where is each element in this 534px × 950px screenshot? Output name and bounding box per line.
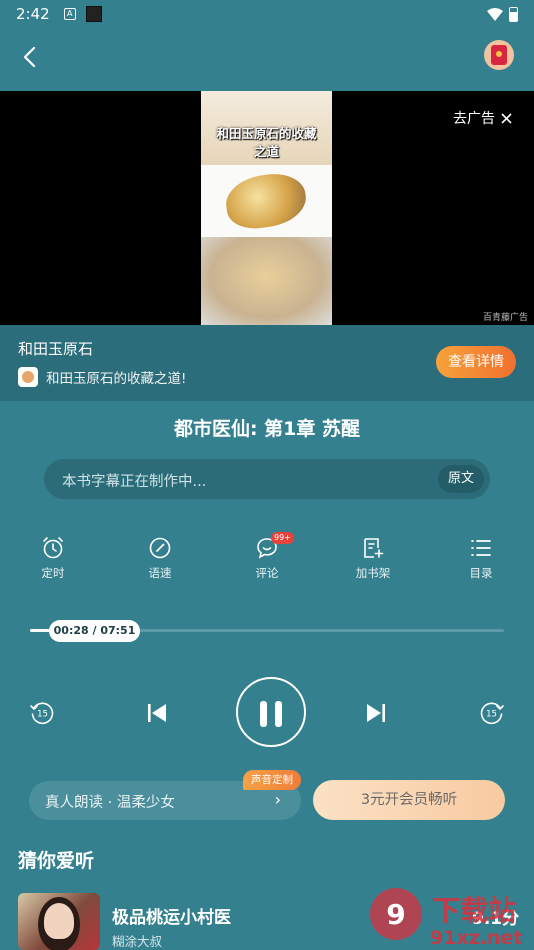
comment-count-badge: 99+	[271, 532, 294, 544]
tool-bookshelf-label: 加书架	[355, 566, 391, 580]
forward-seconds: 15	[486, 710, 497, 720]
jade-stone-image	[222, 169, 310, 233]
tool-catalog[interactable]: 目录	[451, 536, 511, 581]
skip-ad-label: 去广告	[453, 111, 495, 127]
tool-speed[interactable]: 语速	[130, 536, 190, 581]
ad-title: 和田玉原石	[18, 340, 94, 358]
wifi-icon	[487, 7, 503, 21]
book-title: 极品桃运小村医	[112, 908, 231, 928]
tool-comment-label: 评论	[255, 566, 279, 580]
tool-speed-label: 语速	[148, 566, 172, 580]
pause-icon	[260, 701, 267, 727]
battery-icon	[509, 6, 518, 22]
subtitle-bar: 本书字幕正在制作中... 原文	[44, 459, 490, 499]
top-nav	[0, 36, 534, 76]
speed-gauge-icon	[149, 537, 171, 559]
tool-comment[interactable]: 99+ 评论	[237, 532, 297, 581]
watermark-url: 91xz.net	[430, 927, 522, 949]
tool-timer-label: 定时	[41, 566, 65, 580]
status-bar: 2:42 A	[0, 0, 534, 28]
ad-frame-caption: 和田玉原石的收藏 之道	[216, 126, 317, 159]
pause-icon-bar	[275, 701, 282, 727]
subtitle-placeholder: 本书字幕正在制作中...	[62, 474, 207, 490]
alarm-clock-icon	[43, 537, 63, 559]
ad-logo-icon	[18, 367, 38, 387]
ad-info[interactable]: 和田玉原石 和田玉原石的收藏之道! 查看详情	[0, 325, 534, 401]
notification-a-icon: A	[63, 8, 76, 20]
catalog-list-icon	[471, 540, 491, 556]
voice-label: 真人朗读 · 温柔少女	[45, 795, 175, 811]
chevron-right-icon: ›	[274, 790, 281, 809]
red-packet-icon[interactable]	[484, 40, 514, 70]
tool-catalog-label: 目录	[469, 566, 493, 580]
ad-detail-button[interactable]: 查看详情	[436, 346, 516, 378]
voice-custom-tag: 声音定制	[243, 770, 301, 790]
vip-subscribe-button[interactable]: 3元开会员畅听	[313, 780, 505, 820]
tool-bookshelf[interactable]: 加书架	[343, 536, 403, 581]
book-cover	[18, 893, 100, 950]
tool-timer[interactable]: 定时	[23, 536, 83, 581]
playback-controls: 15 15	[0, 672, 534, 752]
rewind-15-icon[interactable]: 15	[28, 699, 56, 727]
forward-15-icon[interactable]: 15	[478, 699, 506, 727]
chapter-title: 都市医仙: 第1章 苏醒	[173, 418, 361, 440]
status-time: 2:42	[16, 5, 50, 23]
ad-source: 百青藤广告	[482, 313, 528, 323]
close-icon	[501, 112, 512, 124]
ad-video[interactable]: 和田玉原石的收藏 之道 去广告 百青藤广告	[0, 91, 534, 325]
skip-ad-button[interactable]: 去广告	[453, 108, 512, 128]
original-text-button[interactable]: 原文	[438, 465, 484, 493]
tools-row: 定时 语速 99+ 评论 加书架 目录	[0, 532, 534, 586]
previous-chapter-icon[interactable]	[144, 700, 170, 726]
ad-subtitle: 和田玉原石的收藏之道!	[46, 371, 187, 387]
rewind-seconds: 15	[37, 710, 48, 720]
site-watermark: 9 下载站 91xz.net	[370, 888, 522, 949]
svg-text:9: 9	[386, 898, 405, 931]
recommend-title: 猜你爱听	[18, 850, 95, 872]
book-author: 糊涂大叔	[112, 934, 163, 949]
notification-square-icon	[85, 6, 102, 22]
voice-select-button[interactable]: 真人朗读 · 温柔少女 › 声音定制	[29, 770, 301, 820]
back-arrow-icon[interactable]	[16, 42, 46, 72]
progress-thumb[interactable]: 00:28 / 07:51	[49, 620, 140, 642]
add-bookshelf-icon	[364, 538, 384, 558]
next-chapter-icon[interactable]	[363, 700, 389, 726]
ad-frame: 和田玉原石的收藏 之道	[201, 91, 332, 325]
watermark-brand: 下载站	[432, 894, 516, 927]
pause-button[interactable]	[236, 677, 306, 747]
